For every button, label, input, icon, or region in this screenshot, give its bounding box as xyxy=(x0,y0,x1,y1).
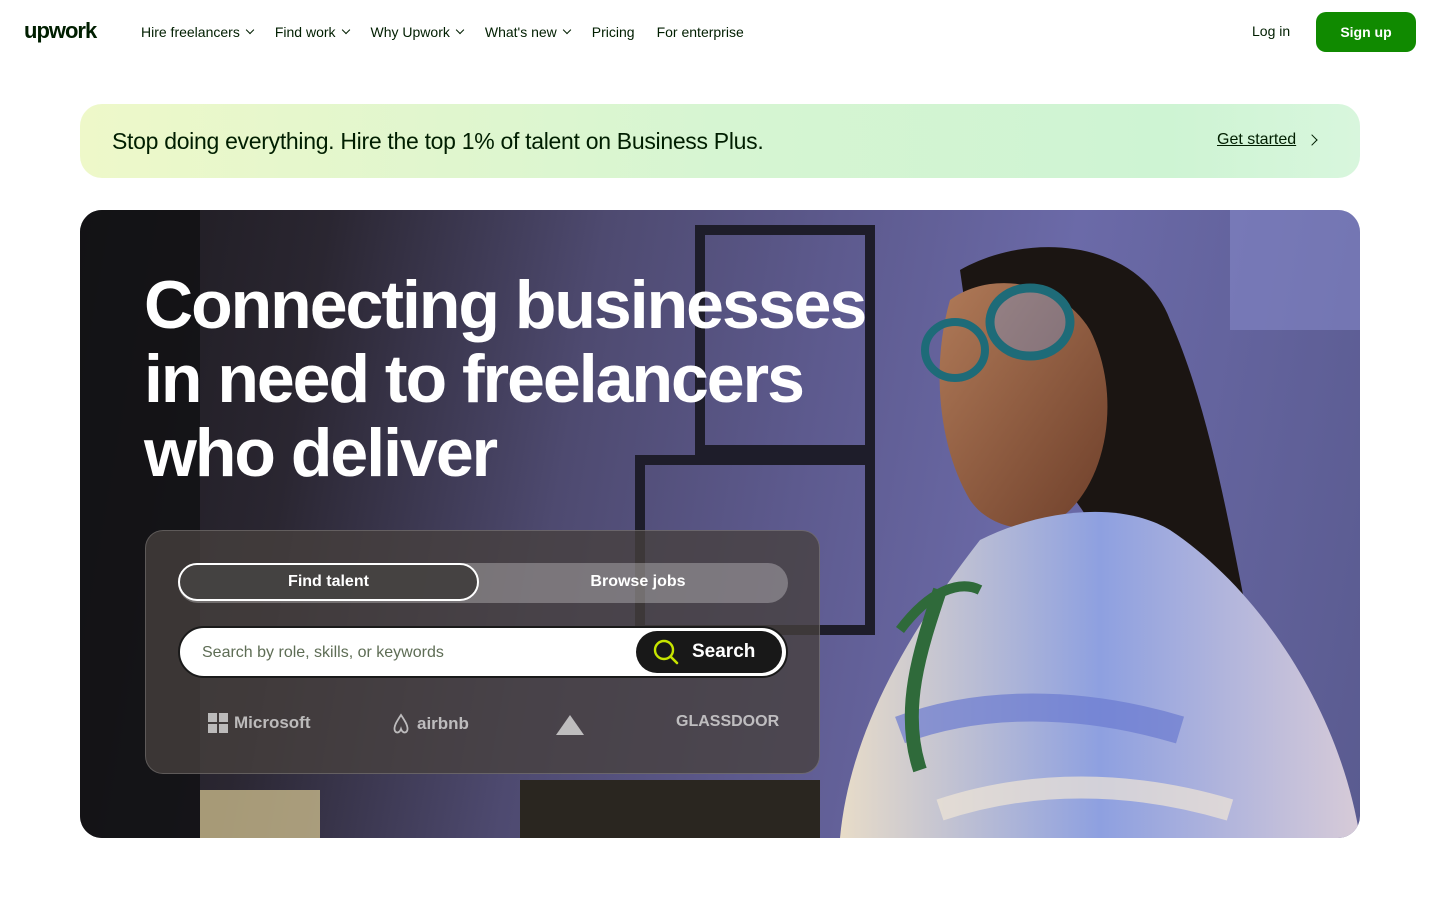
top-nav: upwork Hire freelancers Find work Why Up… xyxy=(0,0,1440,64)
login-link[interactable]: Log in xyxy=(1252,23,1290,39)
get-started-link[interactable]: Get started xyxy=(1217,131,1318,149)
nav-link-label: For enterprise xyxy=(656,24,744,40)
search-icon xyxy=(653,639,679,665)
get-started-label: Get started xyxy=(1217,131,1297,148)
nav-links: Hire freelancers Find work Why Upwork Wh… xyxy=(141,0,744,64)
nav-why-upwork[interactable]: Why Upwork xyxy=(370,24,465,40)
bissell-logo-icon xyxy=(556,715,584,735)
nav-link-label: Pricing xyxy=(591,24,635,40)
nav-whats-new[interactable]: What's new xyxy=(484,24,572,40)
brand-airbnb: airbnb xyxy=(391,713,469,735)
nav-hire-freelancers[interactable]: Hire freelancers xyxy=(141,24,255,40)
search-button-label: Search xyxy=(692,641,756,662)
search-card: Find talent Browse jobs Search by role, … xyxy=(145,530,820,774)
airbnb-logo-icon xyxy=(393,713,409,734)
nav-link-label: Why Upwork xyxy=(370,24,450,40)
tab-find-talent[interactable]: Find talent xyxy=(178,563,479,601)
chevron-down-icon xyxy=(341,25,350,35)
brand-name: airbnb xyxy=(417,714,469,733)
brand-bissell xyxy=(554,713,586,737)
chevron-down-icon xyxy=(455,25,465,35)
promo-text: Stop doing everything. Hire the top 1% o… xyxy=(112,128,764,154)
nav-for-enterprise[interactable]: For enterprise xyxy=(657,24,744,40)
brand-name: Microsoft xyxy=(234,713,311,732)
chevron-right-icon xyxy=(1306,134,1318,146)
search-bar: Search xyxy=(178,626,788,678)
search-button[interactable]: Search xyxy=(636,631,782,673)
brand-logos: Microsoft airbnb GLASSDOOR xyxy=(206,703,779,743)
brand-microsoft: Microsoft xyxy=(208,713,311,733)
hero-title-line: in need to freelancers xyxy=(144,341,805,417)
search-mode-toggle: Find talent Browse jobs xyxy=(178,563,788,603)
microsoft-logo-icon xyxy=(208,713,228,733)
chevron-down-icon xyxy=(562,25,572,35)
nav-pricing[interactable]: Pricing xyxy=(592,24,635,40)
hero-section: Connecting businesses in need to freelan… xyxy=(80,210,1360,838)
chevron-down-icon xyxy=(245,25,255,35)
brand-name: GLASSDOOR xyxy=(676,713,780,730)
nav-link-label: Find work xyxy=(274,24,336,40)
hero-title-line: Connecting businesses xyxy=(144,267,867,343)
upwork-logo[interactable]: upwork xyxy=(24,18,97,44)
tab-browse-jobs[interactable]: Browse jobs xyxy=(488,563,788,601)
nav-find-work[interactable]: Find work xyxy=(274,24,350,40)
brand-glassdoor: GLASSDOOR xyxy=(676,713,779,731)
search-input[interactable] xyxy=(202,640,622,666)
nav-link-label: What's new xyxy=(484,24,557,40)
signup-button[interactable]: Sign up xyxy=(1316,12,1416,52)
hero-title-line: who deliver xyxy=(144,415,498,491)
nav-link-label: Hire freelancers xyxy=(141,24,240,40)
hero-title: Connecting businesses in need to freelan… xyxy=(144,268,924,490)
promo-banner: Stop doing everything. Hire the top 1% o… xyxy=(80,104,1360,178)
